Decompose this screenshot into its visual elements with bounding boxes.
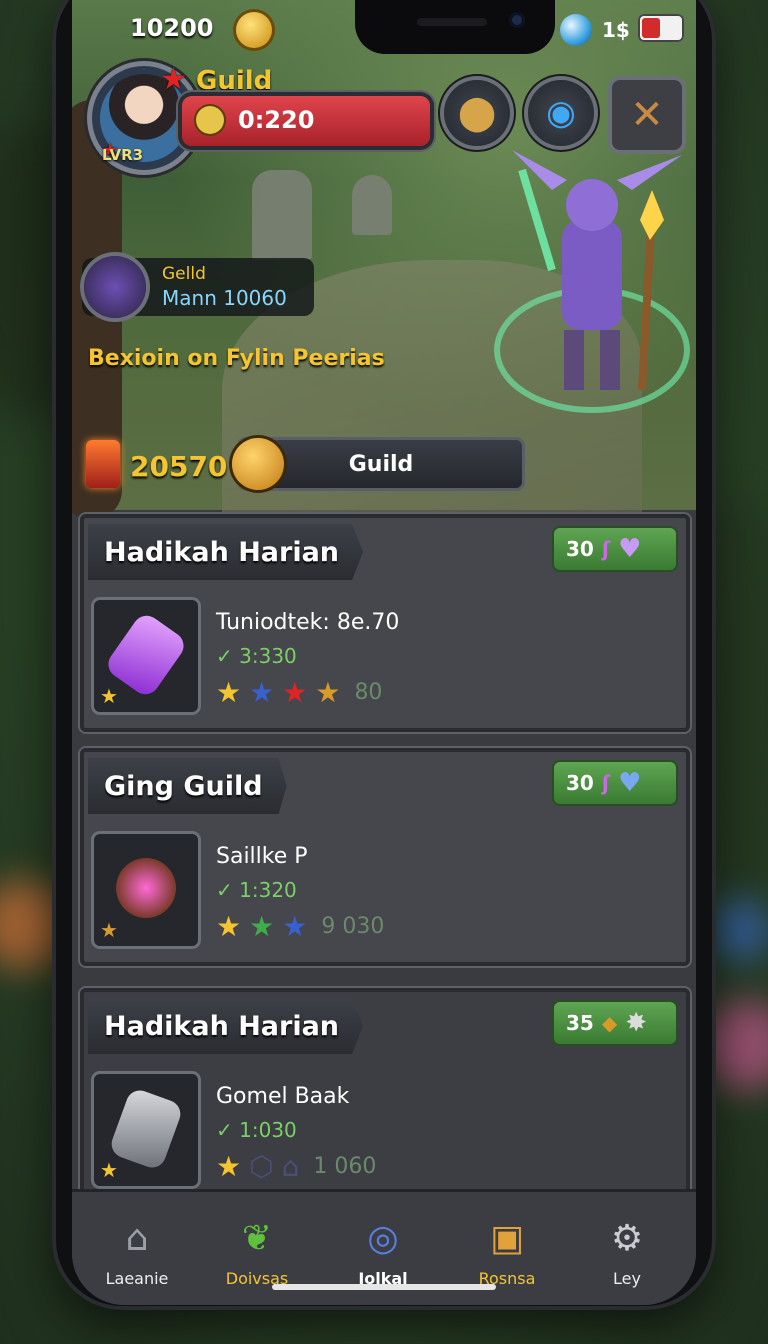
item-count: 1 060 [313, 1154, 377, 1179]
item-time: ✓ 3:330 [216, 644, 297, 668]
reward-badge[interactable]: 30 ʃ ♥ [554, 762, 676, 804]
rarity-star-icon: ★ [100, 918, 118, 942]
key-icon: ʃ [601, 771, 611, 795]
item-rating: ★ ★ ★ 9 030 [216, 910, 384, 943]
event-subtitle: Bexioin on Fylin Peerias [88, 346, 385, 371]
hero-scene: 10200 109 1$ ★ ★ LVR3 Guild 0:220 ⬤ ◉ ✕ … [72, 0, 696, 520]
mana-orb-icon [560, 14, 592, 46]
nav-item-ley[interactable]: ⚙ Ley [572, 1198, 682, 1289]
nav-item-rosnsa[interactable]: ▣ Rosnsa [452, 1198, 562, 1289]
reward-badge[interactable]: 30 ʃ ♥ [554, 528, 676, 570]
event-timer: 0:220 [238, 106, 315, 134]
battle-button[interactable]: ✕ [612, 80, 682, 150]
item-rating: ★ ⬡ ⌂ 1 060 [216, 1150, 376, 1183]
timer-icon [196, 106, 224, 134]
hero-knight-illustration [494, 150, 690, 413]
silver-star-icon: ✸ [625, 1008, 648, 1038]
item-time: ✓ 1:320 [216, 878, 297, 902]
nav-item-iolkal[interactable]: ◎ Iolkal [328, 1198, 438, 1289]
panel-banner: Hadikah Harian [88, 524, 364, 580]
notch [355, 0, 555, 54]
guild-emblem-icon [84, 256, 146, 318]
event-timer-bar: 0:220 [182, 96, 430, 146]
player-level: LVR3 [102, 146, 144, 164]
heart-icon: ♥ [618, 768, 642, 798]
item-slot[interactable]: ★ [94, 1074, 198, 1186]
gold-coin-icon [236, 12, 272, 48]
item-name: Tuniodtek: 8e.70 [216, 610, 400, 635]
magic-orb-icon: ◉ [546, 93, 576, 133]
item-name: Gomel Baak [216, 1084, 350, 1109]
blue-star-icon: ★ [249, 676, 275, 709]
reward-amount: 30 [566, 537, 594, 561]
item-count: 9 030 [321, 914, 385, 939]
panel-title: Ging Guild [104, 770, 263, 802]
item-count: 80 [354, 680, 383, 705]
heart-icon: ♥ [618, 534, 642, 564]
amulet-icon [116, 858, 176, 918]
item-name: Saillke P [216, 844, 308, 869]
item-time: ✓ 1:030 [216, 1118, 297, 1142]
nav-item-doivsas[interactable]: ❦ Doivsas [202, 1198, 312, 1289]
home-icon: ⌂ [125, 1217, 149, 1259]
chest-icon: ▣ [489, 1217, 524, 1259]
rarity-star-icon: ★ [100, 684, 118, 708]
reward-badge[interactable]: 35 ◆ ✸ [554, 1002, 676, 1044]
panel-title: Hadikah Harian [104, 536, 340, 568]
crystal-icon [86, 440, 120, 488]
leaf-icon: ❦ [241, 1217, 273, 1259]
orange-star-icon: ★ [315, 676, 341, 709]
magic-button[interactable]: ◉ [528, 80, 594, 146]
bag-button[interactable]: ⬤ [444, 80, 510, 146]
ruin-decoration [352, 175, 392, 235]
reward-amount: 35 [566, 1011, 594, 1035]
game-screen: 10200 109 1$ ★ ★ LVR3 Guild 0:220 ⬤ ◉ ✕ … [72, 0, 696, 1305]
item-rating: ★ ★ ★ ★ 80 [216, 676, 382, 709]
diamond-icon: ◆ [601, 1011, 618, 1035]
gold-star-icon: ★ [216, 910, 242, 943]
rarity-star-icon: ★ [100, 1158, 118, 1182]
nav-label: Ley [613, 1269, 641, 1288]
house-icon: ⌂ [281, 1150, 300, 1183]
energy-battery-icon [638, 14, 684, 42]
item-slot[interactable]: ★ [94, 600, 198, 712]
silver-gem-icon [107, 1086, 185, 1172]
gold-star-icon: ★ [216, 676, 242, 709]
blue-star-icon: ★ [282, 910, 308, 943]
gold-amount: 10200 [130, 14, 214, 42]
crystal-count: 20570 [130, 450, 228, 483]
compass-icon: ◎ [367, 1217, 399, 1259]
home-indicator[interactable] [272, 1284, 496, 1290]
quest-panel-1[interactable]: Hadikah Harian 30 ʃ ♥ ★ Tuniodtek: 8e.70… [80, 514, 690, 732]
rank-star-icon: ★ [160, 62, 187, 97]
panel-banner: Ging Guild [88, 758, 287, 814]
hexagon-icon: ⬡ [249, 1150, 274, 1183]
red-star-icon: ★ [282, 676, 308, 709]
reward-amount: 30 [566, 771, 594, 795]
guild-button-label: Guild [348, 451, 414, 477]
orb-amount: 1$ [602, 18, 630, 42]
nav-label: Laeanie [105, 1269, 169, 1288]
guild-members: Mann 10060 [162, 286, 287, 310]
green-star-icon: ★ [249, 910, 275, 943]
gold-star-icon: ★ [216, 1150, 242, 1183]
quest-panel-2[interactable]: Ging Guild 30 ʃ ♥ ★ Saillke P ✓ 1:320 ★ … [80, 748, 690, 966]
bag-icon: ⬤ [457, 93, 497, 133]
panel-banner: Hadikah Harian [88, 998, 364, 1054]
quest-panel-3[interactable]: Hadikah Harian 35 ◆ ✸ ★ Gomel Baak ✓ 1:0… [80, 988, 690, 1206]
guild-coin-icon [232, 438, 284, 490]
crossed-swords-icon: ✕ [630, 92, 664, 138]
gear-icon: ⚙ [610, 1217, 644, 1259]
ruin-decoration [252, 170, 312, 260]
guild-name: Gelld [162, 264, 206, 284]
panel-title: Hadikah Harian [104, 1010, 340, 1042]
item-slot[interactable]: ★ [94, 834, 198, 946]
nav-item-home[interactable]: ⌂ Laeanie [82, 1198, 192, 1289]
key-icon: ʃ [601, 537, 611, 561]
guild-title: Guild [196, 66, 273, 96]
